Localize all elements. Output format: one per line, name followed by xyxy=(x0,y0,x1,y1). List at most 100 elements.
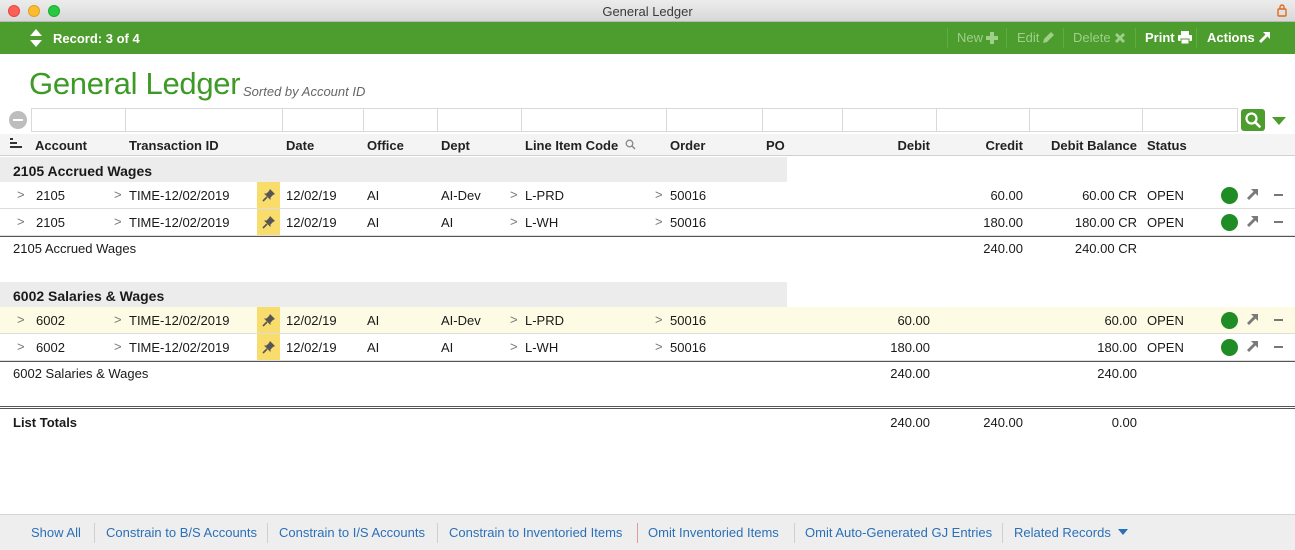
line-item-code-cell[interactable]: L-PRD xyxy=(525,313,564,328)
transaction-id-cell[interactable]: TIME-12/02/2019 xyxy=(129,188,229,203)
table-row[interactable]: > 2105 > TIME-12/02/2019 12/02/19 AI AI … xyxy=(0,209,1295,236)
line-item-code-cell[interactable]: L-WH xyxy=(525,215,558,230)
column-status[interactable]: Status xyxy=(1147,138,1187,153)
column-settings-icon[interactable] xyxy=(10,138,22,149)
column-date[interactable]: Date xyxy=(286,138,314,153)
omit-inventoried-link[interactable]: Omit Inventoried Items xyxy=(648,525,779,540)
magnifier-icon[interactable] xyxy=(625,139,636,150)
toolbar-divider xyxy=(1006,28,1007,48)
row-chevron[interactable]: > xyxy=(655,312,663,327)
pin-button[interactable] xyxy=(257,182,280,208)
debit-balance-filter-input[interactable] xyxy=(1029,108,1142,132)
row-chevron[interactable]: > xyxy=(510,214,518,229)
jump-arrow-icon[interactable] xyxy=(1246,215,1259,228)
remove-row-button[interactable] xyxy=(1274,346,1283,348)
jump-arrow-icon[interactable] xyxy=(1246,313,1259,326)
order-cell[interactable]: 50016 xyxy=(670,215,706,230)
pin-button[interactable] xyxy=(257,307,280,333)
edit-button[interactable]: Edit xyxy=(1017,30,1055,45)
account-cell[interactable]: 2105 xyxy=(36,215,65,230)
table-row-selected[interactable]: > 6002 > TIME-12/02/2019 12/02/19 AI AI-… xyxy=(0,307,1295,334)
row-chevron[interactable]: > xyxy=(17,187,25,202)
pin-button[interactable] xyxy=(257,209,280,235)
column-credit[interactable]: Credit xyxy=(936,138,1023,153)
constrain-bs-link[interactable]: Constrain to B/S Accounts xyxy=(106,525,257,540)
column-debit-balance[interactable]: Debit Balance xyxy=(1029,138,1137,153)
date-filter-input[interactable] xyxy=(282,108,363,132)
subtotal-label: 2105 Accrued Wages xyxy=(13,241,137,256)
row-chevron[interactable]: > xyxy=(655,187,663,202)
updown-arrows-icon[interactable] xyxy=(28,27,44,49)
line-item-code-cell[interactable]: L-WH xyxy=(525,340,558,355)
column-account[interactable]: Account xyxy=(35,138,87,153)
order-cell[interactable]: 50016 xyxy=(670,340,706,355)
debit-filter-input[interactable] xyxy=(842,108,936,132)
column-debit[interactable]: Debit xyxy=(842,138,931,153)
table-row[interactable]: > 6002 > TIME-12/02/2019 12/02/19 AI AI … xyxy=(0,334,1295,361)
dept-filter-input[interactable] xyxy=(437,108,521,132)
toolbar-divider xyxy=(1063,28,1064,48)
row-chevron[interactable]: > xyxy=(114,339,122,354)
credit-cell: 60.00 xyxy=(990,188,1023,203)
column-office[interactable]: Office xyxy=(367,138,404,153)
po-filter-input[interactable] xyxy=(762,108,842,132)
row-chevron[interactable]: > xyxy=(114,214,122,229)
footer-link-bar: Show All Constrain to B/S Accounts Const… xyxy=(0,514,1295,550)
credit-filter-input[interactable] xyxy=(936,108,1029,132)
remove-row-button[interactable] xyxy=(1274,221,1283,223)
table-row[interactable]: > 2105 > TIME-12/02/2019 12/02/19 AI AI-… xyxy=(0,182,1295,209)
order-cell[interactable]: 50016 xyxy=(670,188,706,203)
transaction-id-cell[interactable]: TIME-12/02/2019 xyxy=(129,215,229,230)
print-button[interactable]: Print xyxy=(1145,30,1192,45)
jump-arrow-icon[interactable] xyxy=(1246,188,1259,201)
row-chevron[interactable]: > xyxy=(655,339,663,354)
omit-auto-generated-link[interactable]: Omit Auto-Generated GJ Entries xyxy=(805,525,992,540)
line-item-code-filter-input[interactable] xyxy=(521,108,666,132)
pin-button[interactable] xyxy=(257,334,280,360)
sort-description: Sorted by Account ID xyxy=(243,84,366,99)
row-chevron[interactable]: > xyxy=(510,339,518,354)
row-chevron[interactable]: > xyxy=(510,312,518,327)
column-dept[interactable]: Dept xyxy=(441,138,470,153)
row-chevron[interactable]: > xyxy=(114,187,122,202)
jump-arrow-icon[interactable] xyxy=(1246,340,1259,353)
row-chevron[interactable]: > xyxy=(17,312,25,327)
remove-row-button[interactable] xyxy=(1274,319,1283,321)
new-button[interactable]: New xyxy=(957,30,999,45)
search-button[interactable] xyxy=(1241,109,1265,131)
order-filter-input[interactable] xyxy=(666,108,762,132)
office-filter-input[interactable] xyxy=(363,108,437,132)
related-records-menu[interactable]: Related Records xyxy=(1014,525,1128,540)
order-cell[interactable]: 50016 xyxy=(670,313,706,328)
status-filter-input[interactable] xyxy=(1142,108,1238,132)
row-chevron[interactable]: > xyxy=(510,187,518,202)
row-chevron[interactable]: > xyxy=(114,312,122,327)
account-cell[interactable]: 2105 xyxy=(36,188,65,203)
totals-label: List Totals xyxy=(13,415,78,430)
row-chevron[interactable]: > xyxy=(655,214,663,229)
pin-icon xyxy=(262,314,275,327)
record-toolbar: Record: 3 of 4 New Edit Delete Print Act… xyxy=(0,22,1295,54)
show-all-link[interactable]: Show All xyxy=(31,525,81,540)
column-po[interactable]: PO xyxy=(766,138,785,153)
line-item-code-cell[interactable]: L-PRD xyxy=(525,188,564,203)
chevron-down-icon[interactable] xyxy=(1272,117,1286,125)
constrain-inventoried-link[interactable]: Constrain to Inventoried Items xyxy=(449,525,622,540)
transaction-id-cell[interactable]: TIME-12/02/2019 xyxy=(129,313,229,328)
minus-circle-icon[interactable] xyxy=(9,111,27,129)
remove-row-button[interactable] xyxy=(1274,194,1283,196)
transaction-id-filter-input[interactable] xyxy=(125,108,282,132)
delete-button[interactable]: Delete xyxy=(1073,30,1126,45)
account-filter-input[interactable] xyxy=(31,108,125,132)
row-chevron[interactable]: > xyxy=(17,214,25,229)
toolbar-divider xyxy=(1196,28,1197,48)
row-chevron[interactable]: > xyxy=(17,339,25,354)
constrain-is-link[interactable]: Constrain to I/S Accounts xyxy=(279,525,425,540)
account-cell[interactable]: 6002 xyxy=(36,340,65,355)
account-cell[interactable]: 6002 xyxy=(36,313,65,328)
transaction-id-cell[interactable]: TIME-12/02/2019 xyxy=(129,340,229,355)
column-order[interactable]: Order xyxy=(670,138,705,153)
column-transaction-id[interactable]: Transaction ID xyxy=(129,138,219,153)
column-line-item-code[interactable]: Line Item Code xyxy=(525,138,618,153)
actions-button[interactable]: Actions xyxy=(1207,30,1271,45)
